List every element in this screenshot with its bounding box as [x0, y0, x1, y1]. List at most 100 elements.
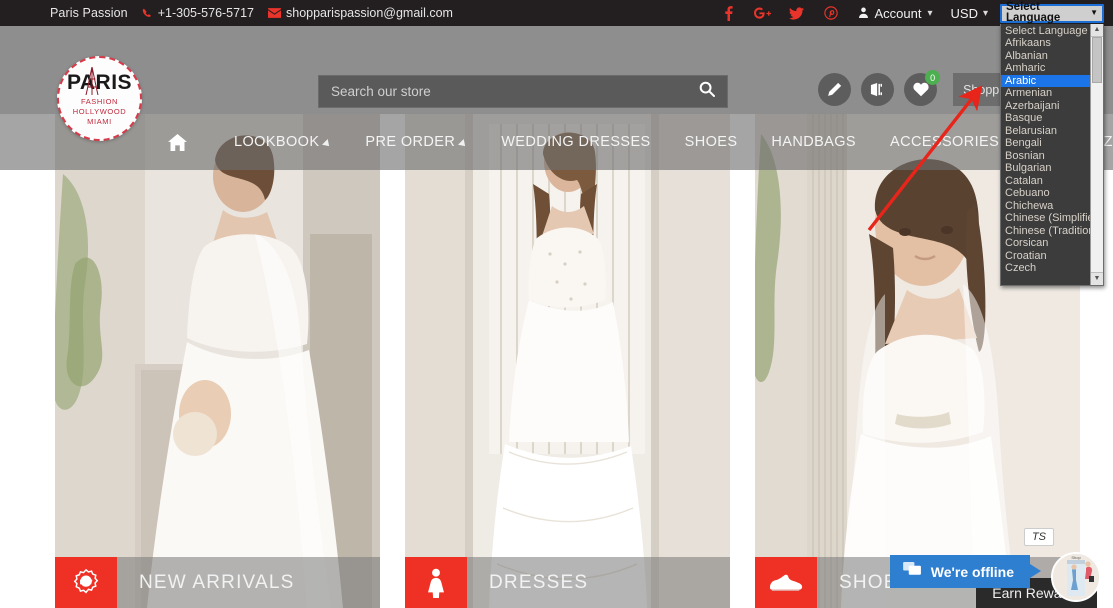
language-option[interactable]: Bosnian	[1001, 150, 1090, 163]
phone-icon	[142, 8, 153, 19]
category-label: NEW ARRIVALS	[117, 557, 380, 608]
category-label: DRESSES	[467, 557, 730, 608]
nav-item-lookbook[interactable]: LOOKBOOK	[217, 134, 348, 150]
site-header: 0 Shopping Cart PARIS FASHION HOLLYWOOD …	[0, 26, 1113, 114]
language-option[interactable]: Croatian	[1001, 250, 1090, 263]
language-option-list[interactable]: Select Language Afrikaans Albanian Amhar…	[1001, 24, 1090, 285]
account-label: Account	[875, 6, 922, 21]
language-option[interactable]: Catalan	[1001, 175, 1090, 188]
nav-item-wedding-dresses[interactable]: WEDDING DRESSES	[484, 134, 667, 150]
logo-text: PARIS	[67, 71, 132, 94]
login-button[interactable]	[861, 73, 894, 106]
chat-status-label: We're offline	[931, 564, 1014, 580]
nav-label: ACCESSORIES	[890, 134, 999, 150]
currency-menu[interactable]: USD ▾	[951, 6, 988, 21]
new-badge-icon: NEW	[55, 557, 117, 608]
chevron-down-icon: ▼	[1090, 9, 1098, 17]
language-option[interactable]: Belarusian	[1001, 125, 1090, 138]
shoe-icon	[755, 557, 817, 608]
language-option[interactable]: Cebuano	[1001, 187, 1090, 200]
wishlist-button[interactable]: 0	[904, 73, 937, 106]
language-option[interactable]: Chinese (Simplified)	[1001, 212, 1090, 225]
language-select-box[interactable]: Select Language ▼	[1000, 4, 1104, 23]
wishlist-count-badge: 0	[925, 70, 940, 85]
hero-column-dresses[interactable]: DRESSES	[405, 114, 730, 608]
chat-status-button[interactable]: We're offline	[890, 555, 1030, 588]
language-option[interactable]: Amharic	[1001, 62, 1090, 75]
chevron-down-icon	[322, 139, 332, 149]
language-option[interactable]: Chinese (Traditional)	[1001, 225, 1090, 238]
language-option-selected[interactable]: Arabic	[1001, 75, 1090, 88]
twitter-icon[interactable]	[780, 0, 814, 26]
svg-text:NEW: NEW	[81, 579, 92, 584]
shopper-avatar[interactable]: Shop	[1051, 552, 1101, 602]
facebook-icon[interactable]	[712, 0, 746, 26]
phone-link[interactable]: +1-305-576-5717	[142, 6, 254, 20]
language-option[interactable]: Armenian	[1001, 87, 1090, 100]
logo-title: PARIS	[67, 72, 132, 93]
bride-photo-1	[55, 114, 380, 608]
site-brand-name: Paris Passion	[50, 6, 128, 20]
language-option[interactable]: Afrikaans	[1001, 37, 1090, 50]
dress-woman-icon	[405, 557, 467, 608]
nav-items: LOOKBOOK PRE ORDER WEDDING DRESSES SHOES…	[168, 134, 1113, 151]
scrollbar-thumb[interactable]	[1092, 37, 1102, 83]
currency-label: USD	[951, 6, 978, 21]
logo-line-fashion: FASHION	[81, 97, 118, 106]
envelope-icon	[268, 8, 281, 18]
search-input[interactable]	[331, 84, 699, 99]
chevron-down-icon	[458, 139, 468, 149]
nav-label: WEDDING DRESSES	[501, 134, 650, 150]
language-selector[interactable]: Select Language ▼ Select Language Afrika…	[1000, 4, 1104, 23]
logo-line-miami: MIAMI	[87, 117, 112, 126]
account-menu[interactable]: Account ▾	[858, 6, 933, 21]
chevron-down-icon: ▾	[983, 8, 988, 19]
nav-label: LOOKBOOK	[234, 134, 319, 150]
eiffel-tower-icon	[85, 67, 99, 95]
email-address: shopparispassion@gmail.com	[286, 6, 453, 20]
nav-label: PRE ORDER	[365, 134, 455, 150]
language-option[interactable]: Select Language	[1001, 25, 1090, 38]
search-bar[interactable]	[318, 75, 728, 108]
google-plus-icon[interactable]	[746, 0, 780, 26]
chevron-down-icon: ▾	[927, 8, 932, 19]
nav-label: SHOES	[685, 134, 738, 150]
language-option[interactable]: Albanian	[1001, 50, 1090, 63]
language-option[interactable]: Bengali	[1001, 137, 1090, 150]
svg-text:Shop: Shop	[1071, 555, 1081, 560]
hero-column-new-arrivals[interactable]: NEW NEW ARRIVALS	[55, 114, 380, 608]
topbar-contact-group: Paris Passion +1-305-576-5717 shopparisp…	[50, 6, 453, 20]
home-icon[interactable]	[168, 134, 187, 151]
nav-item-shoes[interactable]: SHOES	[668, 134, 755, 150]
site-logo[interactable]: PARIS FASHION HOLLYWOOD MIAMI	[57, 56, 142, 141]
main-navigation: LOOKBOOK PRE ORDER WEDDING DRESSES SHOES…	[0, 114, 1113, 170]
category-bar-new-arrivals[interactable]: NEW NEW ARRIVALS	[55, 557, 380, 608]
language-dropdown-list[interactable]: Select Language Afrikaans Albanian Amhar…	[1000, 24, 1104, 286]
search-icon[interactable]	[699, 81, 715, 102]
phone-number: +1-305-576-5717	[158, 6, 254, 20]
scroll-down-icon[interactable]: ▼	[1091, 272, 1103, 285]
nav-item-handbags[interactable]: HANDBAGS	[754, 134, 873, 150]
logo-line-hollywood: HOLLYWOOD	[73, 107, 127, 116]
topbar-right-group: Account ▾ USD ▾ Select Language ▼ Select…	[712, 0, 1113, 26]
language-option[interactable]: Czech	[1001, 262, 1090, 275]
pinterest-icon[interactable]	[814, 0, 848, 26]
category-bar-dresses[interactable]: DRESSES	[405, 557, 730, 608]
language-option[interactable]: Azerbaijani	[1001, 100, 1090, 113]
dropdown-scrollbar[interactable]: ▲ ▼	[1090, 24, 1103, 285]
bride-photo-2	[405, 114, 730, 608]
edit-pencil-button[interactable]	[818, 73, 851, 106]
language-option[interactable]: Basque	[1001, 112, 1090, 125]
nav-label: HANDBAGS	[771, 134, 856, 150]
nav-item-pre-order[interactable]: PRE ORDER	[348, 134, 484, 150]
hero-banner-section: NEW NEW ARRIVALS	[0, 114, 1113, 608]
user-icon	[858, 6, 869, 21]
chat-tooltip: TS	[1024, 528, 1054, 546]
scroll-up-icon[interactable]: ▲	[1091, 24, 1103, 37]
language-select-value: Select Language	[1006, 2, 1090, 25]
chat-bubbles-icon	[903, 562, 922, 582]
language-option[interactable]: Corsican	[1001, 237, 1090, 250]
language-option[interactable]: Chichewa	[1001, 200, 1090, 213]
language-option[interactable]: Bulgarian	[1001, 162, 1090, 175]
email-link[interactable]: shopparispassion@gmail.com	[268, 6, 453, 20]
